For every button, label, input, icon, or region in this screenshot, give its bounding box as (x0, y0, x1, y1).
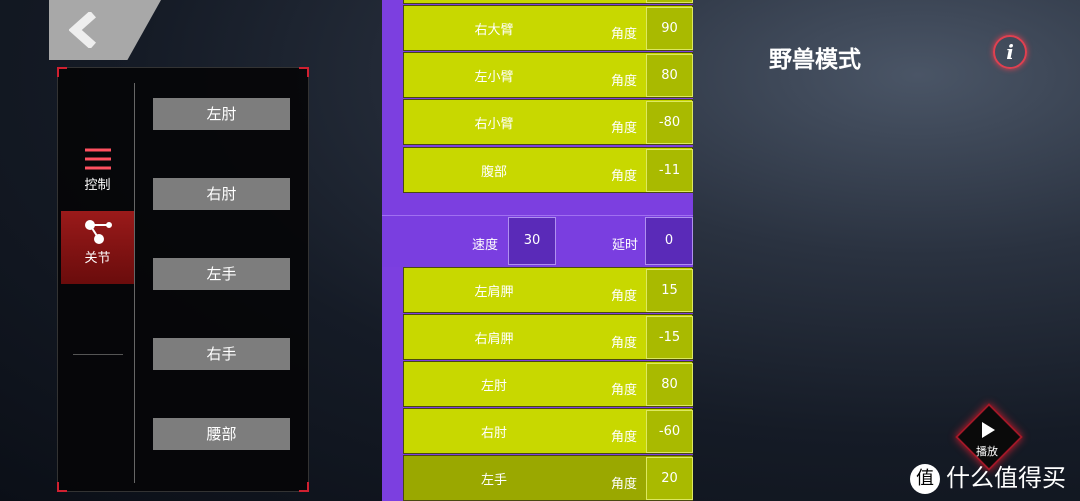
joint-name: 左手 (480, 473, 507, 488)
joint-button[interactable]: 腰部 (153, 418, 290, 450)
tab-joint[interactable]: 关节 (61, 211, 134, 284)
play-label: 播放 (976, 445, 998, 458)
joint-name: 右小臂 (474, 117, 514, 132)
angle-input[interactable]: -80 (646, 101, 693, 144)
watermark-text: 什么值得买 (946, 464, 1066, 492)
delay-label: 延时 (612, 238, 639, 253)
angle-label: 角度 (611, 121, 638, 136)
play-button[interactable]: 播放 (955, 403, 1023, 471)
angle-input[interactable] (646, 0, 693, 3)
joint-button[interactable]: 左肘 (153, 98, 290, 130)
sidebar: 控制 关节 (58, 68, 134, 491)
angle-label: 角度 (611, 477, 638, 492)
angle-input[interactable]: 90 (646, 7, 693, 50)
joint-name: 左小臂 (474, 70, 514, 85)
angle-input[interactable]: -11 (646, 149, 693, 192)
angle-label: 角度 (611, 169, 638, 184)
action-row[interactable]: 左小臂 角度 80 (403, 52, 693, 98)
action-row[interactable]: 右肘 角度 -60 (403, 408, 693, 454)
angle-label: 角度 (611, 383, 638, 398)
speed-input[interactable]: 30 (508, 217, 556, 265)
angle-label: 角度 (611, 74, 638, 89)
angle-input[interactable]: 20 (646, 457, 693, 500)
joint-panel: 控制 关节 左肘 右肘 左手 右手 腰部 (57, 67, 309, 492)
joint-button[interactable]: 左手 (153, 258, 290, 290)
angle-label: 角度 (611, 27, 638, 42)
joint-icon (84, 220, 112, 244)
tab-control[interactable]: 控制 (61, 138, 134, 211)
angle-label: 角度 (611, 336, 638, 351)
speed-label: 速度 (472, 238, 499, 253)
joint-name: 右大臂 (474, 23, 514, 38)
watermark-logo: 值 (910, 464, 940, 494)
joint-button[interactable]: 右手 (153, 338, 290, 370)
joint-name: 左肘 (480, 379, 507, 394)
action-row[interactable]: 左手 角度 20 (403, 455, 693, 501)
angle-input[interactable]: 15 (646, 269, 693, 312)
angle-input[interactable]: -60 (646, 410, 693, 453)
action-row[interactable]: 角度 (403, 0, 693, 4)
joint-name: 右肘 (480, 426, 507, 441)
action-list[interactable]: 角度右大臂角度90左小臂角度80右小臂角度-80腹部角度-11左肩胛角度15右肩… (382, 0, 693, 501)
tab-label: 控制 (84, 178, 111, 193)
page-title: 野兽模式 (769, 47, 861, 73)
action-row[interactable]: 左肩胛 角度 15 (403, 267, 693, 313)
joint-name: 左肩胛 (474, 285, 514, 300)
chevron-left-icon (69, 12, 96, 48)
angle-label: 角度 (611, 289, 638, 304)
back-button[interactable] (49, 0, 161, 60)
play-icon (982, 422, 995, 438)
info-icon[interactable]: i (993, 35, 1027, 69)
action-row[interactable]: 左肘 角度 80 (403, 361, 693, 407)
joint-button[interactable]: 右肘 (153, 178, 290, 210)
angle-input[interactable]: 80 (646, 363, 693, 406)
tab-label: 关节 (84, 251, 111, 266)
joint-name: 腹部 (480, 165, 507, 180)
angle-label: 角度 (611, 430, 638, 445)
timing-bar: 速度 30 延时 0 (382, 215, 693, 267)
action-row[interactable]: 右小臂 角度 -80 (403, 99, 693, 145)
joint-name: 右肩胛 (474, 332, 514, 347)
action-row[interactable]: 腹部 角度 -11 (403, 147, 693, 193)
sliders-icon (84, 148, 111, 170)
angle-input[interactable]: -15 (646, 316, 693, 359)
action-row[interactable]: 右肩胛 角度 -15 (403, 314, 693, 360)
watermark: 值什么值得买 (910, 458, 1066, 494)
delay-input[interactable]: 0 (645, 217, 693, 265)
action-row[interactable]: 右大臂 角度 90 (403, 5, 693, 51)
angle-input[interactable]: 80 (646, 54, 693, 97)
